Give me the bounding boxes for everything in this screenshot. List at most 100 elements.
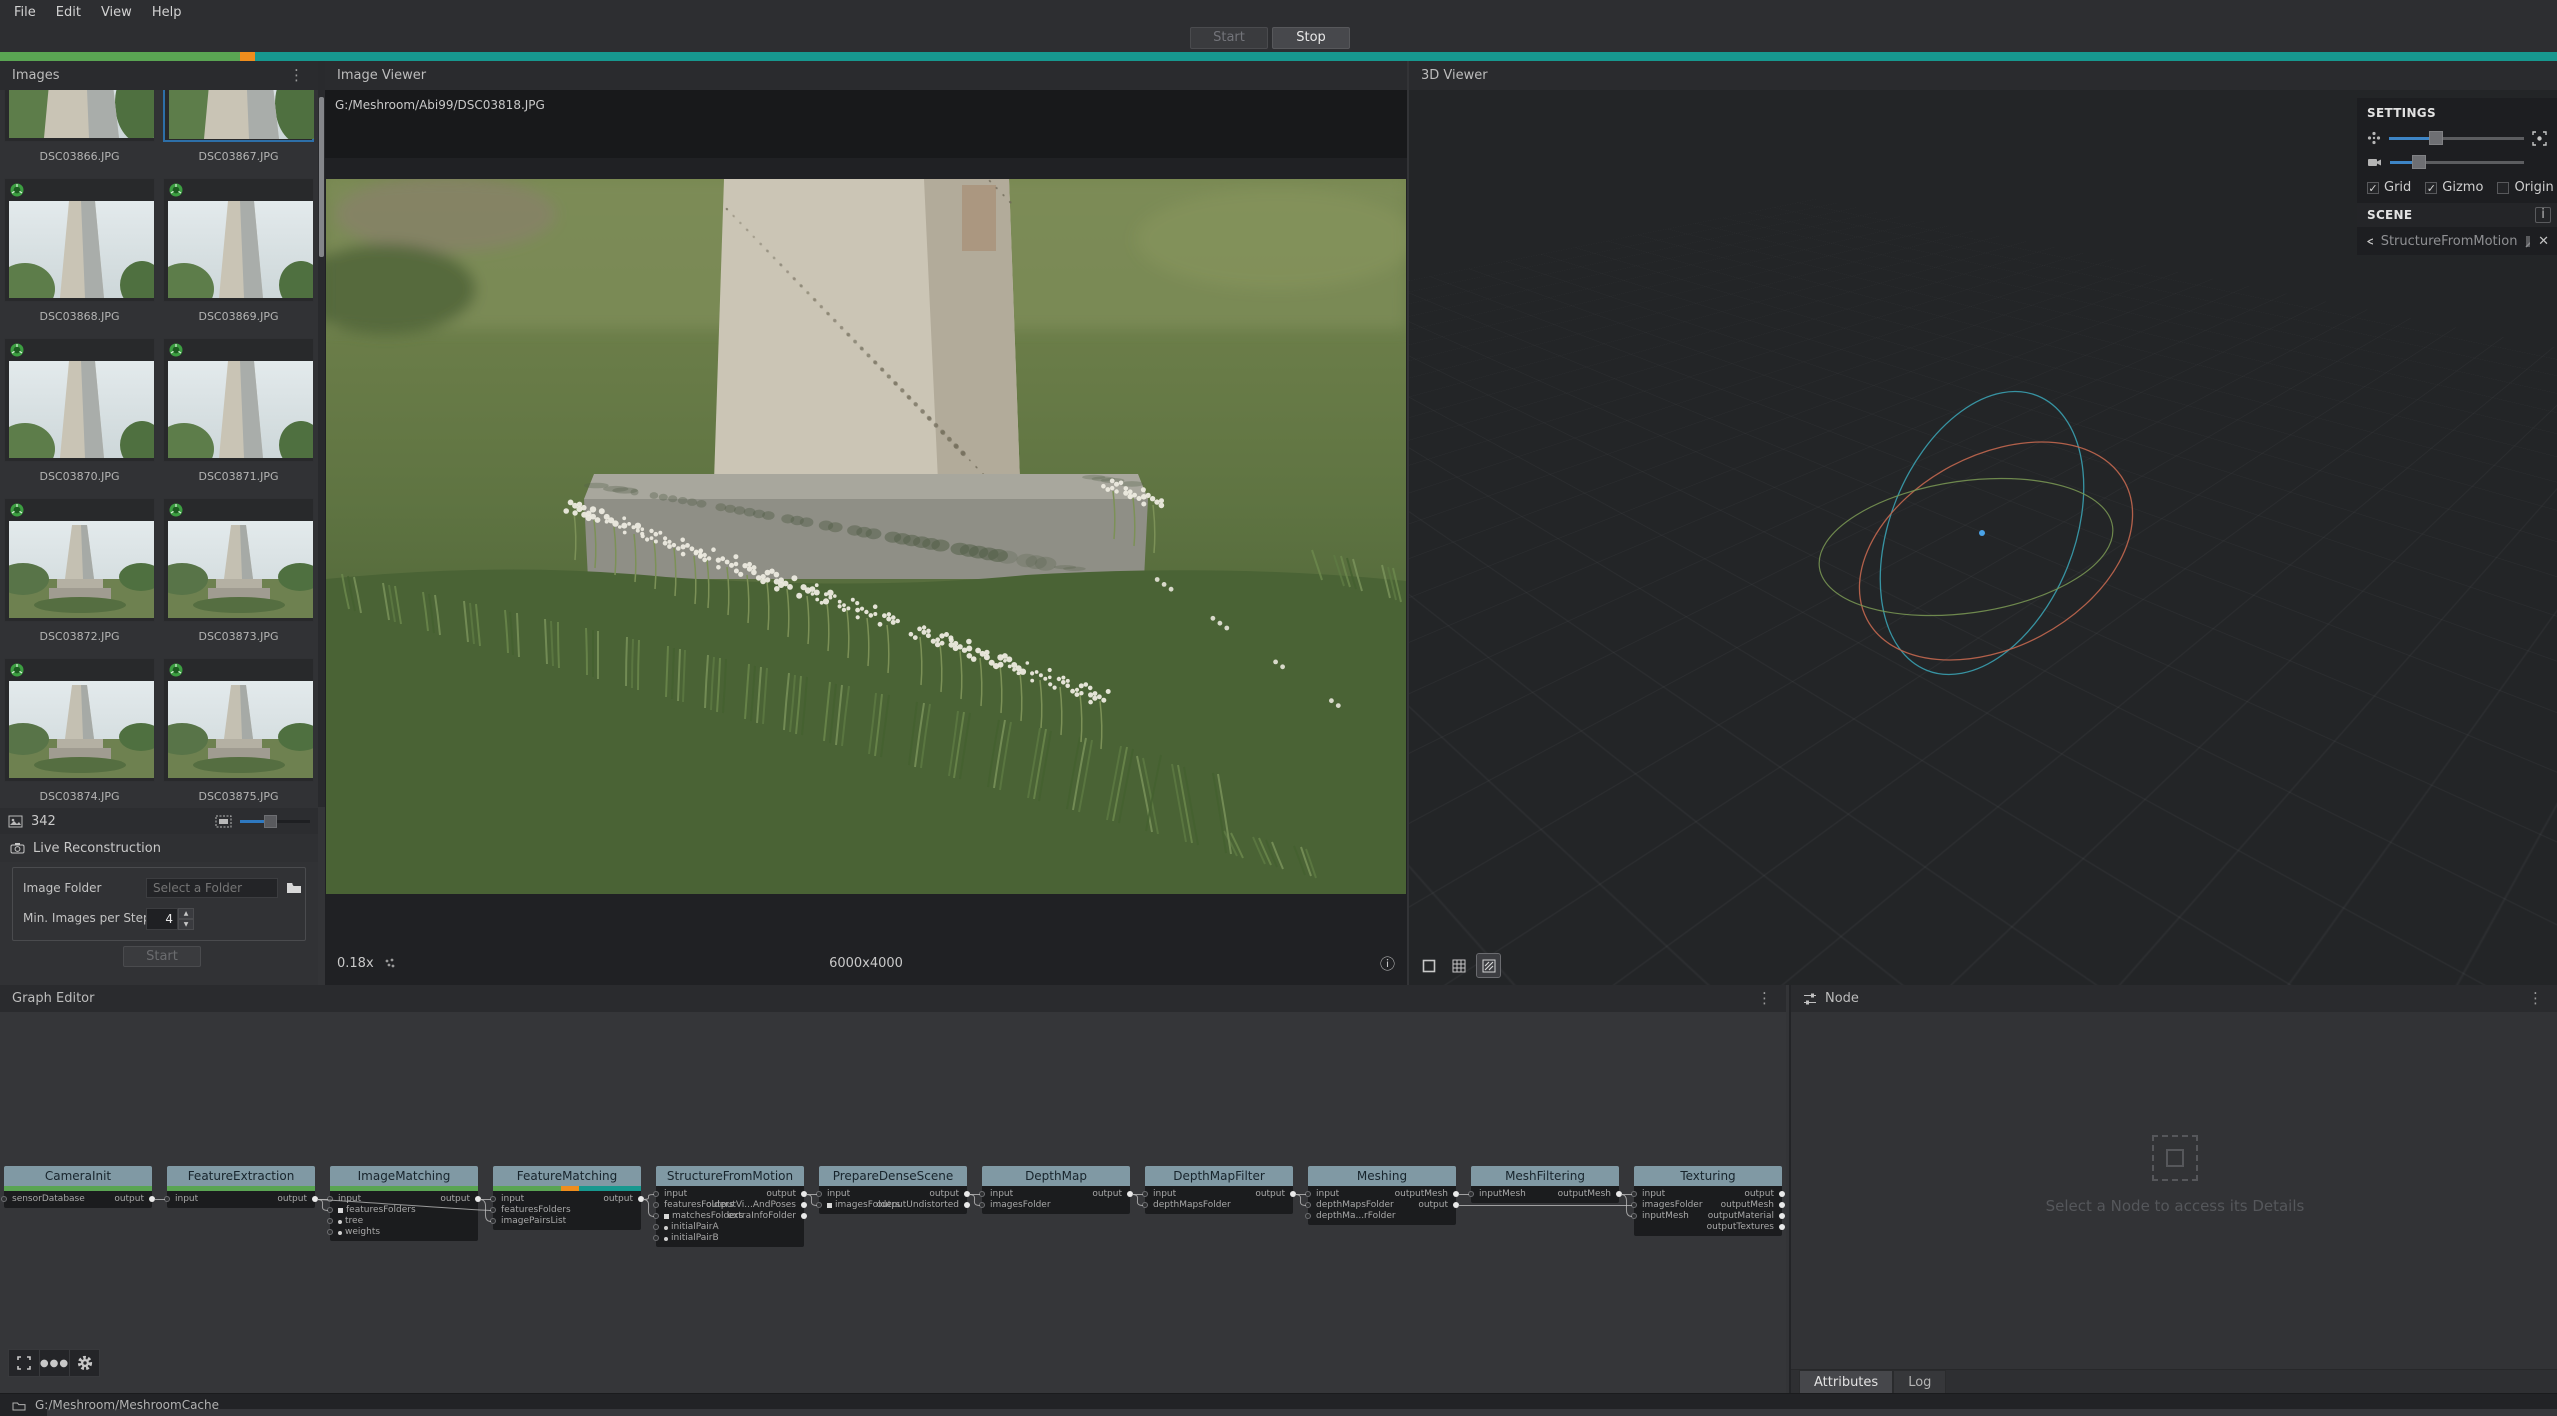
image-thumbnail[interactable]: DSC03874.JPG	[2, 658, 157, 808]
menu-view[interactable]: View	[91, 0, 142, 26]
image-thumbnail[interactable]: DSC03871.JPG	[161, 338, 316, 498]
output-port-dot[interactable]	[1779, 1191, 1785, 1197]
camera-scale-slider[interactable]	[2390, 155, 2524, 169]
image-thumbnail[interactable]: DSC03869.JPG	[161, 178, 316, 338]
input-port-dot[interactable]	[164, 1196, 170, 1202]
input-port-dot[interactable]	[1142, 1202, 1148, 1208]
visibility-eye-icon[interactable]	[2367, 236, 2373, 247]
camera-scale-slider-handle[interactable]	[2412, 155, 2426, 169]
output-port-dot[interactable]	[475, 1196, 481, 1202]
output-port-dot[interactable]	[1127, 1191, 1133, 1197]
output-port-dot[interactable]	[1290, 1191, 1296, 1197]
input-port-dot[interactable]	[490, 1196, 496, 1202]
output-port-dot[interactable]	[964, 1191, 970, 1197]
graph-node-camerainit[interactable]: CameraInitsensorDatabaseoutput	[4, 1166, 152, 1208]
output-port-dot[interactable]	[1453, 1191, 1459, 1197]
input-port-dot[interactable]	[327, 1218, 333, 1224]
frame-view-icon[interactable]	[2532, 131, 2547, 146]
stop-button[interactable]: Stop	[1272, 27, 1350, 49]
images-menu-kebab-icon[interactable]: ⋮	[287, 68, 306, 83]
output-port-dot[interactable]	[801, 1213, 807, 1219]
output-port-dot[interactable]	[1779, 1213, 1785, 1219]
input-port-dot[interactable]	[1, 1196, 7, 1202]
image-thumbnail[interactable]: DSC03867.JPG	[161, 90, 316, 178]
images-scrollbar[interactable]	[318, 61, 325, 807]
input-port-dot[interactable]	[1305, 1202, 1311, 1208]
tab-log[interactable]: Log	[1893, 1370, 1946, 1393]
image-thumbnail[interactable]: DSC03866.JPG	[2, 90, 157, 178]
image-thumbnail[interactable]: DSC03872.JPG	[2, 498, 157, 658]
graph-node-depthmapfilter[interactable]: DepthMapFilterinputoutputdepthMapsFolder	[1145, 1166, 1293, 1214]
checkbox-icon[interactable]: ✓	[2367, 182, 2379, 194]
input-port-dot[interactable]	[1142, 1191, 1148, 1197]
input-port-dot[interactable]	[490, 1207, 496, 1213]
scene-item-close-icon[interactable]: ✕	[2538, 234, 2549, 249]
render-mode-wireframe-icon[interactable]	[1447, 954, 1470, 977]
photo-display[interactable]	[326, 179, 1406, 894]
menu-file[interactable]: File	[4, 0, 46, 26]
output-port-dot[interactable]	[638, 1196, 644, 1202]
graph-node-imagematching[interactable]: ImageMatchinginputoutputfeaturesFolderst…	[330, 1166, 478, 1241]
toggle-grid[interactable]: ✓Grid	[2367, 180, 2411, 195]
graph-canvas[interactable]: CameraInitsensorDatabaseoutput FeatureExt…	[0, 985, 1786, 1393]
graph-node-featurematching[interactable]: FeatureMatchinginputoutputfeaturesFolder…	[493, 1166, 641, 1230]
output-port-dot[interactable]	[312, 1196, 318, 1202]
graph-node-depthmap[interactable]: DepthMapinputoutputimagesFolder	[982, 1166, 1130, 1214]
checkbox-icon[interactable]	[2497, 182, 2509, 194]
image-info-icon[interactable]: ⓘ	[1380, 953, 1395, 974]
start-button[interactable]: Start	[1190, 27, 1268, 49]
min-images-stepper[interactable]: 4 ▲ ▼	[146, 908, 194, 930]
point-size-slider-handle[interactable]	[2429, 131, 2443, 145]
input-port-dot[interactable]	[490, 1218, 496, 1224]
input-port-dot[interactable]	[816, 1191, 822, 1197]
render-mode-textured-icon[interactable]	[1477, 954, 1500, 977]
viewport-3d[interactable]: SETTINGS	[1409, 90, 2557, 985]
input-port-dot[interactable]	[1631, 1191, 1637, 1197]
input-port-dot[interactable]	[1631, 1213, 1637, 1219]
folder-browse-icon[interactable]	[285, 879, 303, 897]
min-images-value[interactable]: 4	[146, 908, 178, 930]
input-port-dot[interactable]	[327, 1196, 333, 1202]
thumbnail-size-slider-handle[interactable]	[264, 815, 277, 828]
thumbnail-size-slider[interactable]	[240, 815, 310, 828]
toggle-gizmo[interactable]: ✓Gizmo	[2425, 180, 2483, 195]
input-port-dot[interactable]	[653, 1202, 659, 1208]
image-thumbnail[interactable]: DSC03868.JPG	[2, 178, 157, 338]
checkbox-icon[interactable]: ✓	[2425, 182, 2437, 194]
input-port-dot[interactable]	[327, 1207, 333, 1213]
input-port-dot[interactable]	[1631, 1202, 1637, 1208]
input-port-dot[interactable]	[1305, 1213, 1311, 1219]
output-port-dot[interactable]	[149, 1196, 155, 1202]
tab-attributes[interactable]: Attributes	[1799, 1370, 1893, 1393]
image-thumbnail[interactable]: DSC03870.JPG	[2, 338, 157, 498]
input-port-dot[interactable]	[653, 1224, 659, 1230]
menu-help[interactable]: Help	[142, 0, 192, 26]
settings-gear-icon[interactable]	[69, 1350, 99, 1376]
output-port-dot[interactable]	[801, 1202, 807, 1208]
output-port-dot[interactable]	[1779, 1224, 1785, 1230]
graph-node-meshing[interactable]: MeshinginputoutputMeshdepthMapsFolderout…	[1308, 1166, 1456, 1225]
input-port-dot[interactable]	[653, 1235, 659, 1241]
node-panel-kebab-icon[interactable]: ⋮	[2526, 991, 2545, 1006]
input-port-dot[interactable]	[979, 1202, 985, 1208]
output-port-dot[interactable]	[1779, 1202, 1785, 1208]
live-reconstruction-start-button[interactable]: Start	[123, 946, 201, 967]
scene-item-structurefrommotion[interactable]: StructureFromMotion ✕	[2357, 227, 2557, 255]
output-port-dot[interactable]	[801, 1191, 807, 1197]
stepper-up-icon[interactable]: ▲	[178, 908, 194, 919]
texture-media-icon[interactable]	[2525, 235, 2530, 248]
graph-node-featureextraction[interactable]: FeatureExtractioninputoutput	[167, 1166, 315, 1208]
input-port-dot[interactable]	[1468, 1191, 1474, 1197]
render-mode-solid-icon[interactable]	[1417, 954, 1440, 977]
fit-graph-icon[interactable]	[9, 1350, 39, 1376]
toggle-origin[interactable]: Origin	[2497, 180, 2553, 195]
stepper-down-icon[interactable]: ▼	[178, 919, 194, 930]
input-port-dot[interactable]	[1305, 1191, 1311, 1197]
output-port-dot[interactable]	[1616, 1191, 1622, 1197]
graph-node-structurefrommotion[interactable]: StructureFromMotioninputoutputfeaturesFo…	[656, 1166, 804, 1247]
graph-node-texturing[interactable]: TexturinginputoutputimagesFolderoutputMe…	[1634, 1166, 1782, 1236]
graph-node-preparedensescene[interactable]: PrepareDenseSceneinputoutputimagesFolder…	[819, 1166, 967, 1214]
point-size-slider[interactable]	[2389, 131, 2524, 145]
input-port-dot[interactable]	[979, 1191, 985, 1197]
image-thumbnail[interactable]: DSC03875.JPG	[161, 658, 316, 808]
